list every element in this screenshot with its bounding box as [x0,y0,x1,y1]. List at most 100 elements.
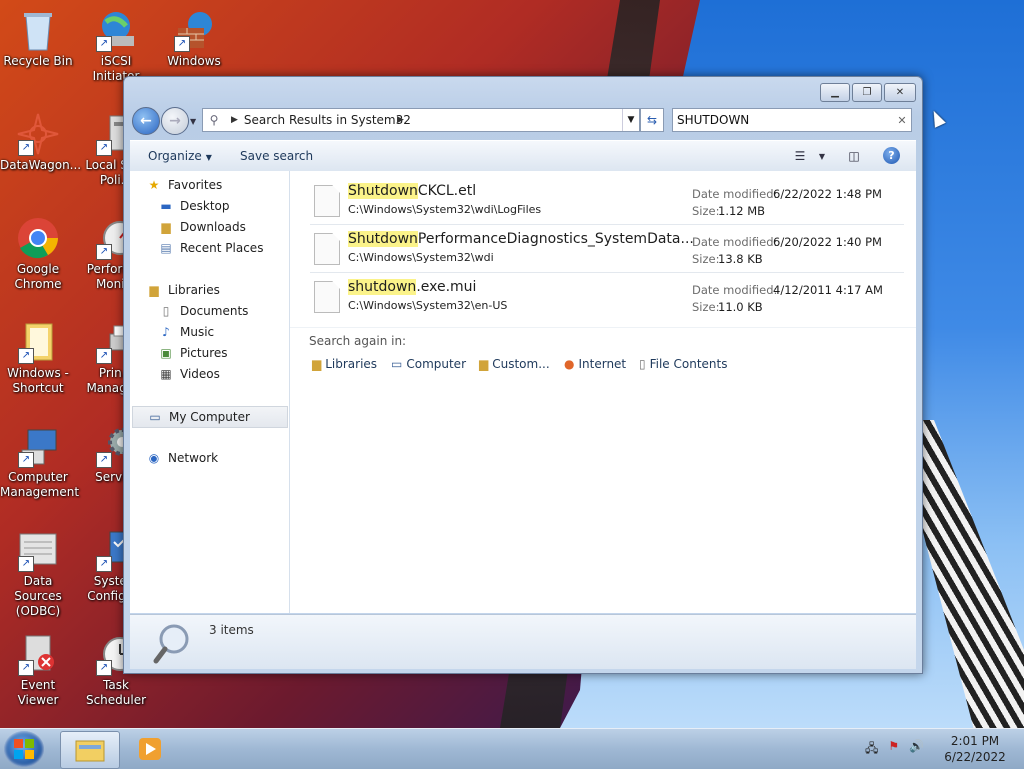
search-again-label: File Contents [649,357,728,371]
preview-pane-button[interactable]: ◫ [844,146,864,166]
caption-buttons: ▁ ❐ ✕ [820,83,916,102]
address-bar[interactable]: ⚲ ▶ Search Results in System32 ▶ ▼ [202,108,640,132]
view-options-dropdown[interactable]: ▼ [812,146,832,166]
refresh-button[interactable]: ⇆ [640,108,664,132]
computer-icon: ▭ [149,410,161,424]
chrome-icon [16,216,60,260]
organize-button[interactable]: Organize ▼ [148,149,212,163]
computer-icon: ▭ [391,357,403,371]
downloads-folder-icon: ▆ [161,220,171,234]
pictures-icon: ▣ [160,346,172,360]
clear-search-icon[interactable]: ✕ [893,114,911,127]
desktop-icon-label: Event Viewer [17,678,59,707]
save-search-button[interactable]: Save search [240,149,313,163]
shortcut-arrow-icon: ↗ [18,452,34,468]
forward-button[interactable]: → [161,107,189,135]
close-icon: ✕ [895,87,905,98]
media-player-icon [139,738,161,760]
desktop-icon-computer-management[interactable]: ↗ Computer Management [0,420,79,500]
search-again-custom[interactable]: ▆ Custom... [479,357,550,371]
desktop-icon-google-chrome[interactable]: Google Chrome [0,212,76,292]
file-contents-icon: ▯ [639,357,646,371]
music-icon: ♪ [162,325,170,339]
shortcut-arrow-icon: ↗ [96,556,112,572]
star-icon: ★ [148,178,160,192]
shortcut-arrow-icon: ↗ [96,244,112,260]
back-button[interactable]: ← [132,107,160,135]
breadcrumb-search-results[interactable]: Search Results in System32 [244,113,622,127]
firefox-icon: ● [564,357,575,371]
nav-my-computer[interactable]: ▭ My Computer [132,406,288,428]
address-history-dropdown[interactable]: ▼ [622,109,639,131]
result-path: C:\Windows\System32\wdi [348,251,494,264]
desktop-icon-recycle-bin[interactable]: Recycle Bin [0,4,76,69]
notification-area: 🖧 ⚑ 🔊 [865,739,924,760]
desktop-icon-datawagon[interactable]: ↗ DataWagon... [0,108,81,173]
desktop-icon-label: Windows [167,54,221,68]
documents-icon: ▯ [162,304,170,318]
date-label: Date modified: [692,283,778,297]
result-item[interactable]: ShutdownCKCL.etl C:\Windows\System32\wdi… [310,177,904,225]
folder-icon: ▆ [479,357,489,371]
search-again-computer[interactable]: ▭ Computer [391,357,466,371]
search-again-file-contents[interactable]: ▯ File Contents [639,357,727,371]
computer-management-icon: ↗ [16,424,60,468]
videos-icon: ▦ [160,367,172,381]
breadcrumb-chevron-icon[interactable]: ▶ [231,115,238,125]
nav-label: Network [168,451,219,465]
desktop-icon-label: Recycle Bin [3,54,73,68]
nav-label: My Computer [169,410,250,424]
taskbar: 🖧 ⚑ 🔊 2:01 PM 6/22/2022 [0,728,1024,769]
start-button[interactable] [4,731,44,767]
clock[interactable]: 2:01 PM 6/22/2022 [940,733,1010,765]
clock-date: 6/22/2022 [944,750,1006,764]
result-name-rest: CKCL.etl [417,183,477,199]
volume-icon[interactable]: 🔊 [909,739,924,760]
taskbar-media-player[interactable] [128,731,172,767]
result-name: ShutdownCKCL.etl [348,183,476,199]
organize-label: Organize [148,149,202,163]
result-item[interactable]: ShutdownPerformanceDiagnostics_SystemDat… [310,225,904,273]
shortcut-arrow-icon: ↗ [18,556,34,572]
refresh-icon: ⇆ [646,113,658,127]
nav-libraries[interactable]: ▆ Libraries [146,280,302,300]
desktop-icon-data-sources[interactable]: ↗ Data Sources (ODBC) [0,524,76,619]
breadcrumb-chevron-icon[interactable]: ▶ [397,115,404,125]
recent-places-icon: ▤ [160,241,172,255]
nav-network[interactable]: ◉ Network [146,448,302,468]
network-tray-icon[interactable]: 🖧 [865,739,878,760]
recent-pages-dropdown[interactable]: ▼ [190,117,196,126]
shortcut-arrow-icon: ↗ [18,140,34,156]
search-again-libraries[interactable]: ▆ Libraries [312,357,377,371]
change-view-button[interactable]: ☰ [790,146,810,166]
search-magnifier-icon [152,621,192,665]
close-button[interactable]: ✕ [884,83,916,102]
result-name-rest: PerformanceDiagnostics_SystemData... [417,231,694,247]
search-again-internet[interactable]: ● Internet [564,357,626,371]
help-button[interactable]: ? [883,147,900,164]
libraries-icon: ▆ [312,357,322,371]
search-box[interactable]: ✕ [672,108,912,132]
result-name-rest: .exe.mui [416,279,477,295]
desktop-icon-label: Data Sources (ODBC) [14,574,62,618]
nav-favorites[interactable]: ★ Favorites [146,175,302,195]
minimize-icon: ▁ [831,87,839,98]
recycle-bin-icon [16,8,60,52]
result-name: ShutdownPerformanceDiagnostics_SystemDat… [348,231,694,247]
search-again-label: Custom... [492,357,550,371]
shortcut-arrow-icon: ↗ [174,36,190,52]
minimize-button[interactable]: ▁ [820,83,850,102]
file-icon [314,281,340,313]
maximize-button[interactable]: ❐ [852,83,882,102]
desktop-icon-windows-firewall[interactable]: ↗ Windows [156,4,232,69]
desktop-icon-event-viewer[interactable]: ↗ Event Viewer [0,628,76,708]
search-input[interactable] [673,112,893,128]
size-label: Size: [692,252,720,266]
desktop-icon-iscsi-initiator[interactable]: ↗ iSCSI Initiator [78,4,154,84]
back-arrow-icon: ← [140,113,152,129]
taskbar-explorer[interactable] [60,731,120,769]
windows-logo-icon [14,739,34,759]
result-item[interactable]: shutdown.exe.mui C:\Windows\System32\en-… [310,273,904,320]
desktop-icon-windows-shortcut[interactable]: ↗ Windows - Shortcut [0,316,76,396]
action-center-icon[interactable]: ⚑ [888,739,899,760]
